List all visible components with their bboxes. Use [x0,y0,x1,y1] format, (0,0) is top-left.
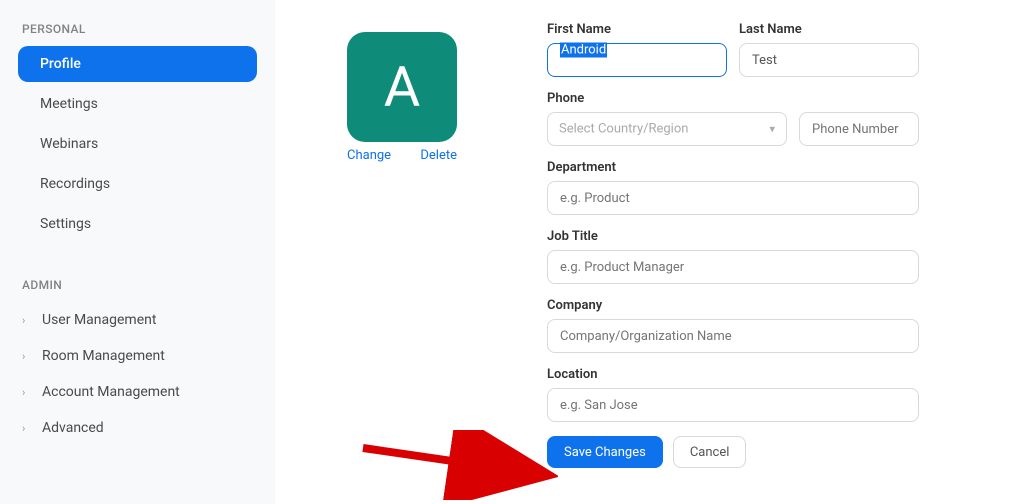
save-button[interactable]: Save Changes [547,436,663,468]
chevron-right-icon: › [22,350,34,363]
section-header-personal: PERSONAL [22,22,257,36]
company-input[interactable] [547,319,919,353]
admin-item-label: Account Management [42,384,180,400]
section-admin: ADMIN › User Management › Room Managemen… [18,278,257,446]
avatar[interactable]: A [347,32,457,142]
nav-item-meetings[interactable]: Meetings [18,86,257,122]
avatar-links: Change Delete [347,148,457,163]
last-name-input[interactable] [739,43,919,77]
content: A Change Delete First Name Android Last … [275,0,1024,32]
location-label: Location [547,367,919,382]
annotation-arrow [358,430,558,500]
cancel-button-label: Cancel [690,445,730,460]
nav-item-label: Settings [40,216,91,232]
phone-country-select[interactable] [547,112,787,146]
last-name-label: Last Name [739,22,919,37]
admin-item-label: Room Management [42,348,165,364]
admin-item-label: User Management [42,312,156,328]
department-label: Department [547,160,919,175]
profile-form: First Name Android Last Name Phone Selec… [547,22,919,468]
save-button-label: Save Changes [564,445,646,460]
admin-item-advanced[interactable]: › Advanced [18,410,257,446]
nav-item-label: Meetings [40,96,98,112]
cancel-button[interactable]: Cancel [673,436,747,468]
admin-item-label: Advanced [42,420,104,436]
avatar-initial: A [384,54,421,120]
nav-item-label: Webinars [40,136,98,152]
job-title-label: Job Title [547,229,919,244]
avatar-delete-link[interactable]: Delete [420,148,457,163]
nav-item-settings[interactable]: Settings [18,206,257,242]
company-label: Company [547,298,919,313]
department-input[interactable] [547,181,919,215]
nav-item-webinars[interactable]: Webinars [18,126,257,162]
chevron-right-icon: › [22,386,34,399]
nav-item-label: Recordings [40,176,110,192]
phone-label: Phone [547,91,919,106]
admin-item-user-management[interactable]: › User Management [18,302,257,338]
nav-item-label: Profile [40,56,81,72]
avatar-change-link[interactable]: Change [347,148,391,163]
sidebar: PERSONAL Profile Meetings Webinars Recor… [0,0,275,504]
nav-item-profile[interactable]: Profile [18,46,257,82]
first-name-label: First Name [547,22,727,37]
section-header-admin: ADMIN [22,278,257,292]
location-input[interactable] [547,388,919,422]
admin-item-account-management[interactable]: › Account Management [18,374,257,410]
nav-item-recordings[interactable]: Recordings [18,166,257,202]
admin-item-room-management[interactable]: › Room Management [18,338,257,374]
job-title-input[interactable] [547,250,919,284]
first-name-input[interactable] [547,43,727,77]
chevron-right-icon: › [22,314,34,327]
avatar-block: A Change Delete [347,32,457,163]
phone-number-input[interactable] [799,112,919,146]
chevron-right-icon: › [22,422,34,435]
